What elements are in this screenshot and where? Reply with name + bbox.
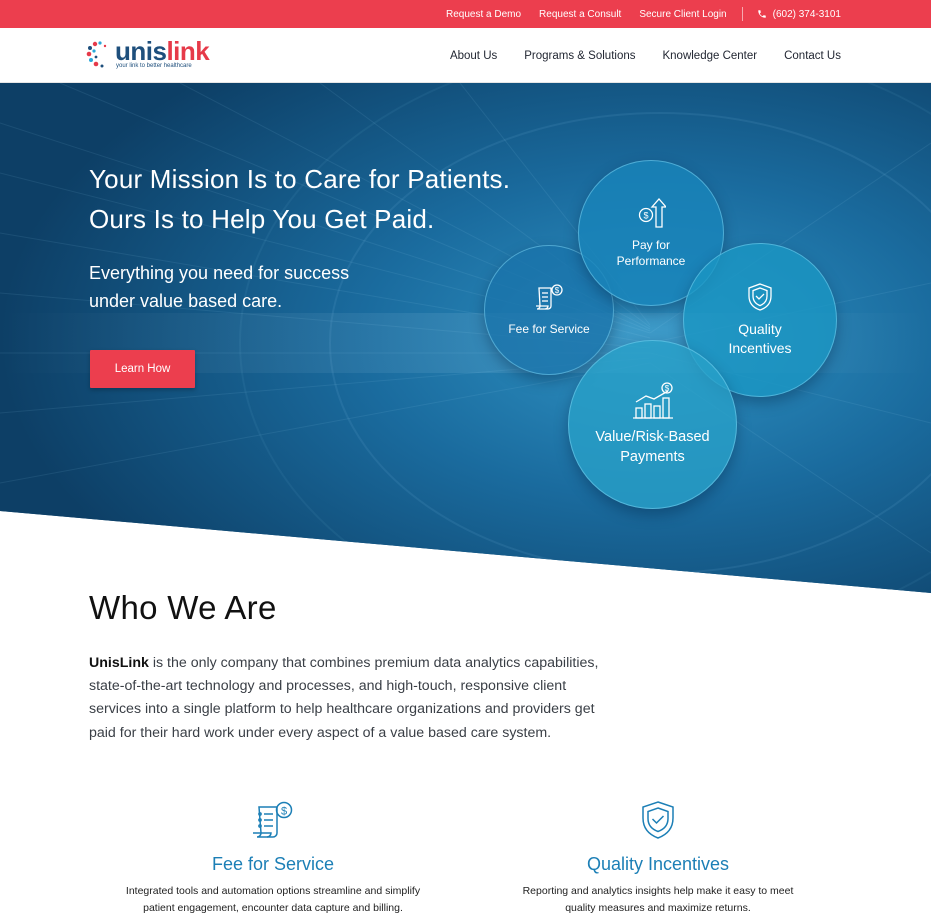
bubble-quality-label: Quality Incentives (728, 321, 792, 356)
feature-fee-title: Fee for Service (211, 854, 335, 874)
who-we-are-heading: Who We Are (89, 589, 277, 626)
divider (741, 7, 743, 21)
hero-section: Your Mission Is to Care for Patients. Ou… (0, 83, 931, 593)
bubble-value-risk-based-payments[interactable]: $ Value/Risk-Based Payments (568, 340, 737, 509)
phone-link[interactable]: (602) 374-3101 (749, 9, 841, 20)
hero-headline: Your Mission Is to Care for Patients. Ou… (89, 164, 511, 234)
feature-fee-description: Integrated tools and automation options … (125, 885, 421, 914)
svg-text:$: $ (643, 210, 648, 220)
phone-icon (757, 10, 766, 18)
who-we-are-body: UnisLink is the only company that combin… (89, 655, 599, 741)
hero-subheadline: Everything you need for success under va… (89, 263, 350, 311)
dollar-arrow-up-icon: $ (638, 197, 666, 228)
logo-wordmark: unislink (115, 36, 210, 66)
feature-quality-description: Reporting and analytics insights help ma… (522, 885, 794, 914)
learn-how-button[interactable]: Learn How (90, 350, 195, 388)
phone-number: (602) 374-3101 (772, 8, 841, 20)
bubble-fee-label: Fee for Service (508, 321, 590, 336)
utility-bar: Request a Demo Request a Consult Secure … (0, 0, 931, 28)
logo-mark-icon (86, 41, 107, 68)
shield-check-icon (642, 801, 674, 839)
nav-about-us[interactable]: About Us (450, 50, 497, 62)
svg-text:$: $ (281, 806, 287, 818)
feature-quality-title: Quality Incentives (586, 854, 730, 874)
svg-text:$: $ (555, 286, 560, 295)
invoice-dollar-icon: $ (536, 284, 563, 310)
secure-client-login-link[interactable]: Secure Client Login (630, 9, 735, 20)
logo-tagline: your link to better healthcare (116, 63, 192, 69)
svg-text:$: $ (664, 384, 669, 393)
nav-programs-solutions[interactable]: Programs & Solutions (524, 50, 635, 62)
brand-name: UnisLink (89, 655, 149, 671)
main-nav: About Us Programs & Solutions Knowledge … (450, 28, 841, 83)
request-demo-link[interactable]: Request a Demo (437, 9, 530, 20)
site-header: unislink your link to better healthcare … (0, 28, 931, 83)
feature-quality-incentives: Quality Incentives Reporting and analyti… (498, 800, 818, 917)
nav-contact-us[interactable]: Contact Us (784, 50, 841, 62)
unislink-logo[interactable]: unislink your link to better healthcare (86, 36, 210, 74)
feature-fee-for-service: $ Fee for Service Integrated tools and a… (113, 800, 433, 917)
invoice-dollar-icon: $ (253, 801, 293, 838)
nav-knowledge-center[interactable]: Knowledge Center (662, 50, 757, 62)
bar-chart-dollar-icon: $ (632, 382, 673, 419)
bubble-value-label: Value/Risk-Based Payments (595, 428, 710, 465)
shield-check-icon (748, 283, 772, 311)
request-consult-link[interactable]: Request a Consult (530, 9, 630, 20)
bubble-pay-label: Pay for Performance (616, 237, 686, 268)
